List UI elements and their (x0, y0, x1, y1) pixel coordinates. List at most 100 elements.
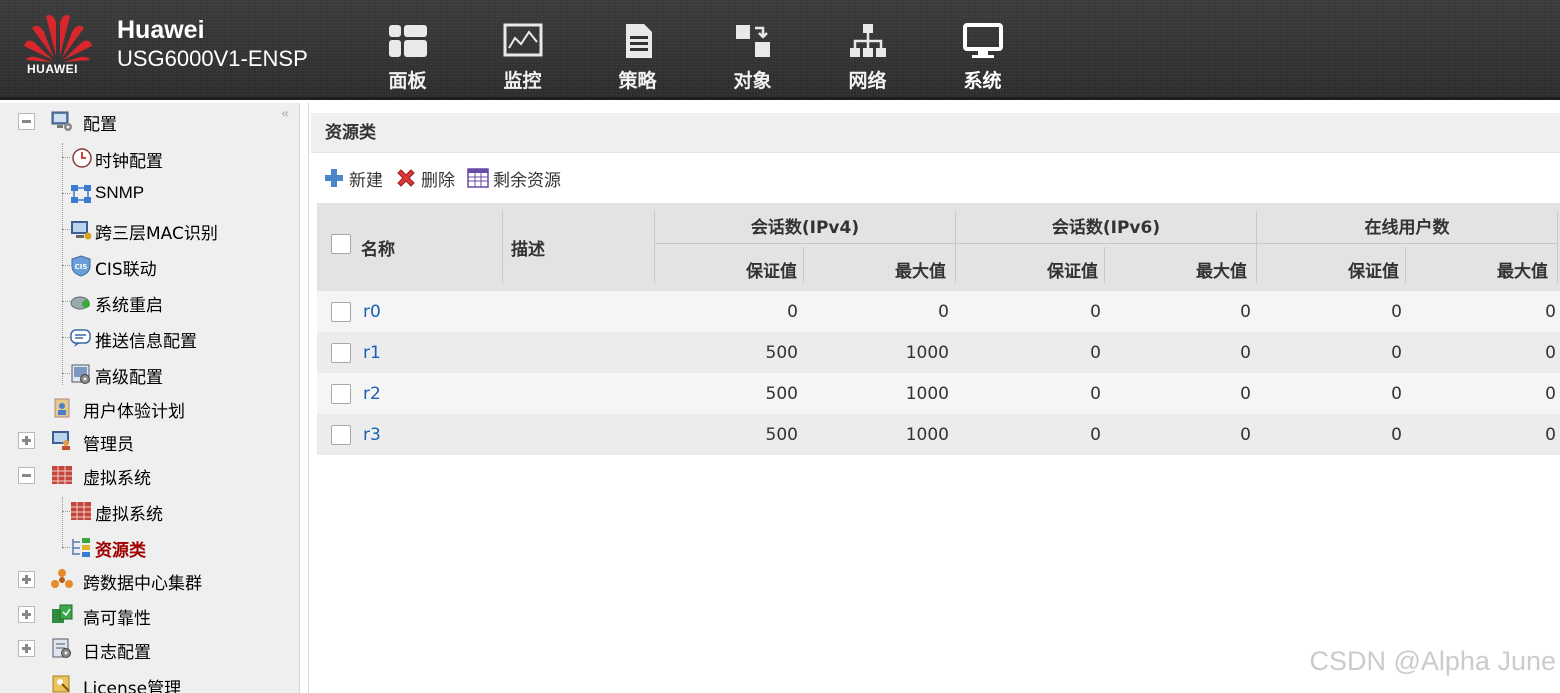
sidebar-item-mac-identify[interactable]: 跨三层MAC识别 (95, 219, 218, 244)
expand-toggle[interactable] (18, 432, 35, 449)
object-icon (735, 25, 770, 57)
col-header-ipv6-max[interactable]: 最大值 (1105, 247, 1247, 291)
nav-monitor[interactable]: 监控 (465, 0, 580, 100)
remaining-resources-label: 剩余资源 (493, 170, 561, 191)
sidebar-item-license[interactable]: License管理 (83, 674, 181, 693)
device-model: USG6000V1-ENSP (117, 46, 308, 71)
expand-toggle[interactable] (18, 571, 35, 588)
sidebar-item-config[interactable]: 配置 (83, 110, 117, 135)
clock-icon (72, 148, 92, 168)
resource-table-icon (467, 168, 489, 188)
table-row[interactable]: r1 500 1000 0 0 0 0 (317, 332, 1560, 373)
table-row[interactable]: r0 0 0 0 0 0 0 (317, 291, 1560, 332)
network-icon (849, 24, 886, 57)
row-checkbox[interactable] (331, 383, 351, 404)
tree-connector (62, 265, 70, 266)
row-checkbox[interactable] (331, 424, 351, 445)
column-divider (502, 211, 503, 283)
header-row-divider (655, 243, 1557, 244)
license-icon (52, 675, 70, 693)
expand-toggle[interactable] (18, 606, 35, 623)
col-group-online-users: 在线用户数 (1364, 217, 1450, 238)
row-name-link[interactable]: r0 (363, 302, 381, 322)
advanced-config-icon (71, 364, 90, 384)
restart-icon (70, 296, 90, 310)
tree-connector (62, 143, 63, 385)
page-title: 资源类 (311, 113, 1560, 153)
row-checkbox[interactable] (331, 301, 351, 322)
row-name-link[interactable]: r2 (363, 384, 381, 404)
sidebar-collapse-button[interactable]: « (281, 106, 290, 122)
nav-object[interactable]: 对象 (695, 0, 810, 100)
select-all-checkbox[interactable] (331, 234, 351, 254)
sidebar-item-admin[interactable]: 管理员 (83, 430, 134, 455)
nav-label: 系统 (963, 70, 1002, 92)
logo-text: HUAWEI (27, 62, 78, 76)
new-button[interactable]: 新建 (323, 166, 383, 191)
row-ipv6-guarantee: 0 (1090, 424, 1101, 445)
monitor-icon (503, 23, 542, 57)
tree-connector (62, 301, 70, 302)
col-header-name[interactable]: 名称 (361, 203, 395, 291)
col-header-desc[interactable]: 描述 (511, 203, 545, 291)
sidebar-item-log-config[interactable]: 日志配置 (83, 638, 151, 663)
tree-connector (62, 193, 70, 194)
collapse-toggle[interactable] (18, 113, 35, 130)
col-header-ipv4-guarantee[interactable]: 保证值 (655, 247, 797, 291)
sidebar-item-clock[interactable]: 时钟配置 (95, 147, 163, 172)
nav-network[interactable]: 网络 (810, 0, 925, 100)
sidebar-item-cluster[interactable]: 跨数据中心集群 (83, 569, 202, 594)
tree-connector (62, 547, 70, 548)
col-header-ipv6-guarantee[interactable]: 保证值 (956, 247, 1098, 291)
sidebar-item-snmp[interactable]: SNMP (95, 183, 144, 203)
row-users-guarantee: 0 (1391, 424, 1402, 445)
nav-label: 网络 (848, 70, 887, 92)
row-ipv6-max: 0 (1240, 424, 1251, 445)
virtual-system-icon (52, 466, 72, 484)
tree-connector (62, 229, 70, 230)
row-users-max: 0 (1545, 342, 1556, 363)
row-checkbox[interactable] (331, 342, 351, 363)
sidebar-item-cis[interactable]: CIS联动 (95, 255, 157, 280)
sidebar-item-restart[interactable]: 系统重启 (95, 291, 163, 316)
device-brand: Huawei USG6000V1-ENSP (117, 16, 308, 74)
table-row[interactable]: r3 500 1000 0 0 0 0 (317, 414, 1560, 455)
delete-button[interactable]: 删除 (395, 166, 455, 191)
row-ipv6-guarantee: 0 (1090, 383, 1101, 404)
resource-class-icon (72, 538, 90, 557)
sidebar-item-resource-class[interactable]: 资源类 (95, 536, 146, 561)
row-ipv4-max: 0 (938, 301, 949, 322)
sidebar-item-advanced-config[interactable]: 高级配置 (95, 363, 163, 388)
sidebar-item-high-availability[interactable]: 高可靠性 (83, 604, 151, 629)
nav-policy[interactable]: 策略 (580, 0, 695, 100)
brand-name: Huawei (117, 16, 205, 44)
add-icon (325, 169, 343, 187)
table-row[interactable]: r2 500 1000 0 0 0 0 (317, 373, 1560, 414)
nav-label: 监控 (503, 70, 542, 92)
watermark-text: CSDN @Alpha June (1309, 646, 1556, 676)
nav-system[interactable]: 系统 (925, 0, 1040, 100)
nav-label: 对象 (733, 70, 772, 92)
sidebar-item-push-message[interactable]: 推送信息配置 (95, 327, 197, 352)
col-header-ipv4-max[interactable]: 最大值 (804, 247, 946, 291)
cluster-icon (51, 569, 73, 588)
sidebar-item-virtual-system[interactable]: 虚拟系统 (95, 500, 163, 525)
table-header: 名称 描述 会话数(IPv4) 会话数(IPv6) 在线用户数 保证值 最大值 … (317, 203, 1560, 291)
sidebar-item-virtual-system-group[interactable]: 虚拟系统 (83, 464, 151, 489)
row-ipv6-max: 0 (1240, 342, 1251, 363)
sidebar-item-user-experience[interactable]: 用户体验计划 (83, 397, 185, 422)
row-name-link[interactable]: r1 (363, 343, 381, 363)
row-ipv6-max: 0 (1240, 383, 1251, 404)
col-header-users-guarantee[interactable]: 保证值 (1257, 247, 1399, 291)
col-header-users-max[interactable]: 最大值 (1406, 247, 1548, 291)
row-users-max: 0 (1545, 383, 1556, 404)
row-ipv4-guarantee: 0 (787, 301, 798, 322)
row-checkbox-cell (331, 414, 351, 455)
dashboard-icon (388, 25, 427, 57)
row-ipv4-guarantee: 500 (765, 424, 798, 445)
expand-toggle[interactable] (18, 640, 35, 657)
collapse-toggle[interactable] (18, 467, 35, 484)
row-name-link[interactable]: r3 (363, 425, 381, 445)
remaining-resources-button[interactable]: 剩余资源 (467, 166, 561, 191)
nav-dashboard[interactable]: 面板 (350, 0, 465, 100)
